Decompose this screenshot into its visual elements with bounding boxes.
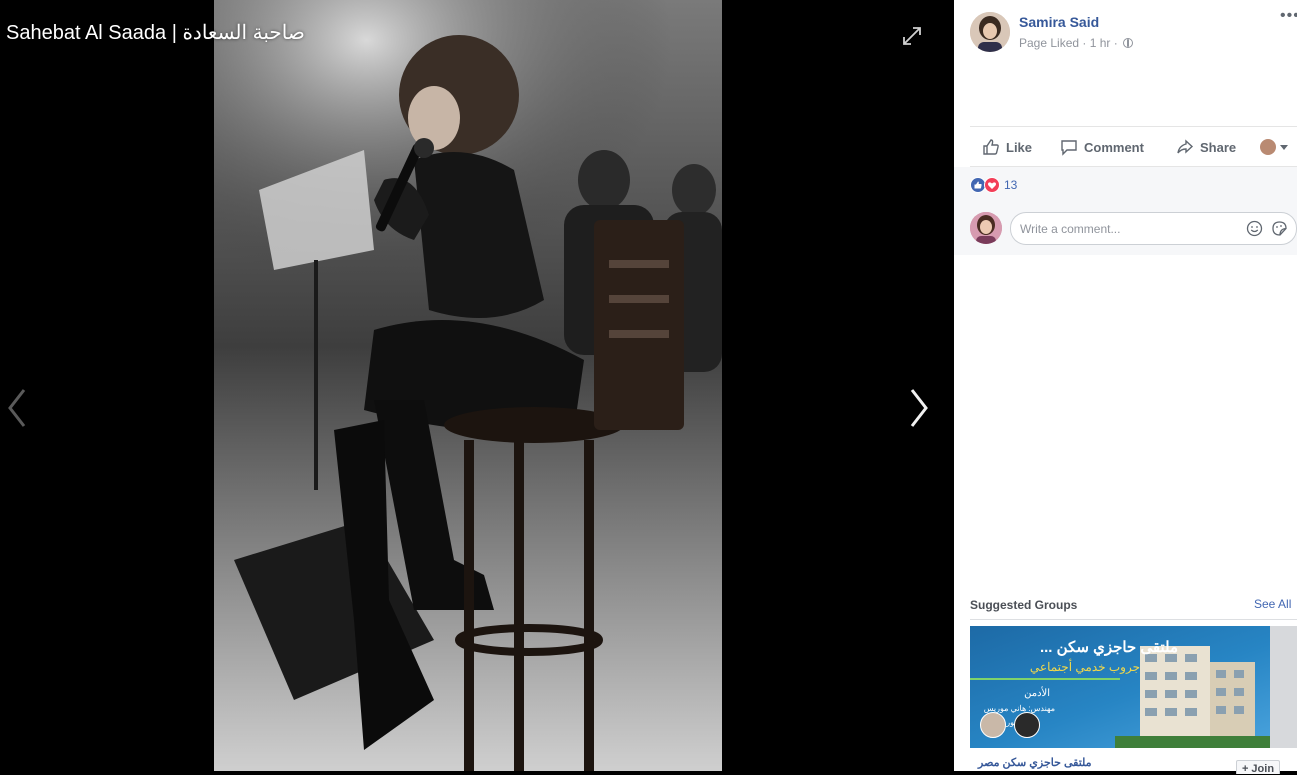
emoji-icon[interactable]: [1246, 220, 1263, 237]
share-label: Share: [1200, 139, 1237, 155]
see-all-link[interactable]: See All: [1254, 597, 1291, 611]
comment-icon: [1061, 140, 1077, 156]
share-button[interactable]: Share: [1176, 127, 1236, 167]
next-photo-button[interactable]: [904, 386, 934, 430]
divider: [970, 619, 1297, 620]
expand-icon[interactable]: [900, 24, 924, 48]
author-avatar[interactable]: [970, 12, 1010, 52]
commenter-avatar: [970, 212, 1002, 244]
comment-button[interactable]: Comment: [1060, 127, 1144, 167]
group-cover-image[interactable]: ملتقى حاجزي سكن ... جروب خدمي أجتماعي ال…: [970, 626, 1270, 748]
card-subtitle-text: جروب خدمي أجتماعي: [1029, 660, 1140, 674]
card-admin-label: الأدمن: [1024, 688, 1050, 699]
post-meta: Page Liked · 1 hr ·: [1019, 36, 1134, 50]
photo-image: [214, 0, 722, 771]
sticker-icon[interactable]: [1271, 220, 1288, 237]
admin-avatar: [1014, 712, 1040, 738]
globe-icon: [1123, 38, 1134, 48]
chevron-left-icon: [8, 389, 26, 427]
caret-down-icon: [1280, 144, 1288, 150]
album-title: Sahebat Al Saada | صاحبة السعادة: [6, 22, 305, 44]
group-name-link[interactable]: ملتقى حاجزي سكن مصر: [978, 756, 1092, 769]
post-meta-text: Page Liked · 1 hr ·: [1019, 36, 1118, 50]
main-photo[interactable]: [214, 0, 722, 771]
reactions-summary[interactable]: 13: [970, 177, 1017, 193]
photo-viewer: Sahebat Al Saada | صاحبة السعادة: [0, 0, 954, 771]
post-sidebar: Samira Said Page Liked · 1 hr · ••• Like…: [954, 0, 1297, 775]
share-icon: [1177, 139, 1194, 154]
post-actions: Like Comment Share: [970, 126, 1297, 167]
comment-label: Comment: [1084, 139, 1144, 155]
suggested-groups-title: Suggested Groups: [970, 598, 1078, 612]
next-card-peek: [1270, 626, 1297, 748]
previous-photo-button[interactable]: [2, 386, 32, 430]
thumbs-up-icon: [983, 139, 999, 155]
reaction-count: 13: [1004, 178, 1018, 192]
suggested-groups: Suggested Groups See All ملتقى حاجزي سكن…: [954, 592, 1297, 775]
page-avatar: [1260, 139, 1276, 155]
author-name[interactable]: Samira Said: [1019, 14, 1099, 30]
love-reaction-icon: [984, 177, 1000, 193]
like-button[interactable]: Like: [982, 127, 1032, 167]
post-header: Samira Said Page Liked · 1 hr ·: [970, 12, 1290, 58]
feedback-area: 13: [954, 167, 1297, 255]
join-group-button[interactable]: + Join: [1236, 760, 1280, 775]
like-label: Like: [1006, 139, 1033, 155]
react-as-selector[interactable]: [1260, 127, 1288, 167]
chevron-right-icon: [910, 389, 928, 427]
admin-avatar: [980, 712, 1006, 738]
card-title-text: ملتقى حاجزي سكن ...: [1039, 639, 1178, 656]
more-options-icon[interactable]: •••: [1280, 8, 1297, 24]
